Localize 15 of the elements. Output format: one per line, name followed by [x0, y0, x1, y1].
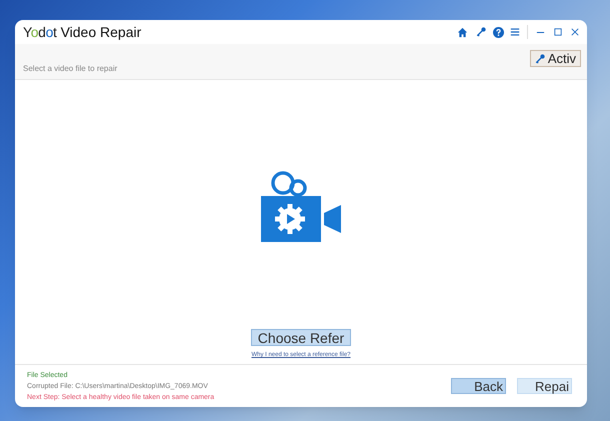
home-icon[interactable] [457, 26, 468, 38]
video-camera-gear-icon [260, 171, 342, 243]
choose-reference-button[interactable]: Choose Refer [250, 329, 352, 346]
key-icon [534, 54, 545, 64]
key-icon[interactable] [476, 27, 486, 37]
menu-icon[interactable] [510, 27, 520, 37]
activate-button[interactable]: Activ [530, 50, 581, 67]
app-logo: Yodot [23, 25, 57, 39]
maximize-icon[interactable] [554, 28, 562, 36]
window-title: Video Repair [60, 22, 142, 42]
prompt-text: Select a video file to repair [23, 63, 118, 75]
close-icon[interactable] [571, 28, 579, 36]
footer-button[interactable]: Repai [517, 378, 572, 394]
footer-button[interactable]: Back [451, 378, 506, 394]
help-icon[interactable] [493, 26, 504, 38]
